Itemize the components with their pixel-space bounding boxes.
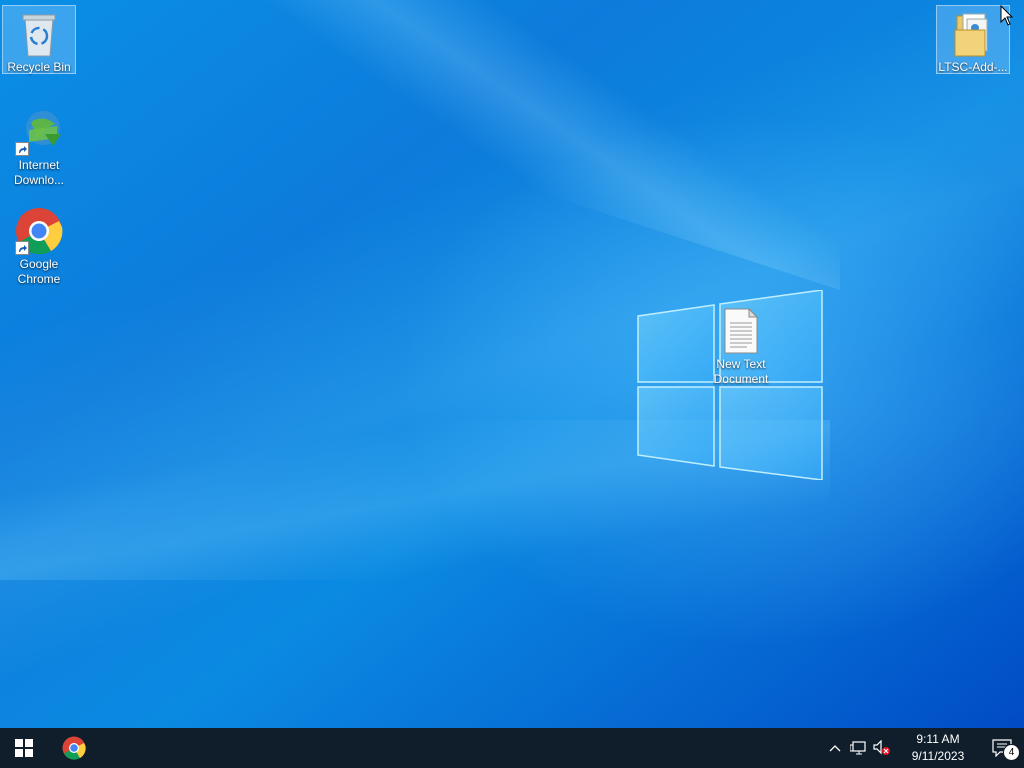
system-tray: 9:11 AM 9/11/2023 4: [824, 728, 1024, 768]
clock-time: 9:11 AM: [916, 732, 960, 746]
network-status-button[interactable]: [846, 728, 870, 768]
internet-download-manager-icon: [15, 108, 63, 156]
recycle-bin-desktop-icon[interactable]: Recycle Bin: [2, 5, 76, 74]
clock-button[interactable]: 9:11 AM 9/11/2023: [896, 728, 980, 768]
chrome-icon: [62, 736, 86, 760]
ltsc-folder-desktop-icon[interactable]: LTSC-Add-...: [936, 5, 1010, 74]
idm-label: Internet Downlo...: [13, 158, 65, 187]
volume-muted-icon: [873, 740, 890, 755]
notification-count-badge: 4: [1003, 744, 1020, 761]
start-button[interactable]: [0, 728, 48, 768]
network-icon: [850, 741, 866, 755]
idm-desktop-icon[interactable]: Internet Downlo...: [3, 104, 75, 188]
taskbar-chrome-button[interactable]: [52, 728, 96, 768]
show-hidden-icons-button[interactable]: [824, 728, 846, 768]
light-beam: [40, 0, 840, 290]
shortcut-arrow-icon: [15, 142, 29, 156]
ltsc-folder-label: LTSC-Add-...: [938, 60, 1008, 74]
recycle-bin-icon: [15, 10, 63, 58]
new-text-document-label: New Text Document: [713, 357, 769, 386]
mouse-cursor-icon: [1000, 5, 1014, 26]
recycle-bin-label: Recycle Bin: [7, 60, 71, 74]
chrome-icon: [15, 207, 63, 255]
taskbar: 9:11 AM 9/11/2023 4: [0, 728, 1024, 768]
google-chrome-desktop-icon[interactable]: Google Chrome: [3, 203, 75, 287]
google-chrome-label: Google Chrome: [17, 257, 61, 286]
shortcut-arrow-icon: [15, 241, 29, 255]
new-text-document-desktop-icon[interactable]: New Text Document: [705, 303, 777, 387]
desktop: Recycle Bin LTSC-Add-... Internet Downlo…: [0, 0, 1024, 728]
text-document-icon: [717, 307, 765, 355]
action-center-button[interactable]: 4: [980, 728, 1024, 768]
volume-button[interactable]: [870, 728, 894, 768]
folder-icon: [949, 10, 997, 58]
clock-date: 9/11/2023: [911, 749, 965, 763]
chevron-up-icon: [829, 745, 841, 752]
windows-start-icon: [15, 739, 33, 757]
